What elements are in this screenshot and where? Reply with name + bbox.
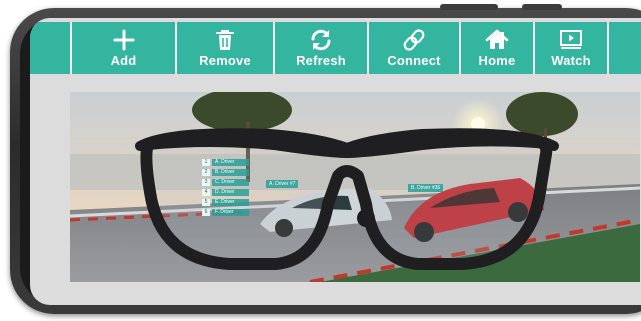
phone-screen: Add Remove Refresh Connect Home Watch 1 … [30,18,641,305]
driver-num: 3 [202,179,210,186]
refresh-icon [311,29,331,51]
home-icon [485,29,509,49]
toolbar-edge [609,22,641,74]
race-scene-image [70,92,640,282]
car-tag-right: B. Driver #36 [408,184,444,192]
phone-top-button [440,4,498,10]
driver-num: 4 [202,189,210,196]
driver-name: C. Driver [212,179,249,186]
add-label: Add [110,53,137,68]
watch-label: Watch [551,53,591,68]
list-item[interactable]: 5 E. Driver [202,198,249,207]
refresh-button[interactable]: Refresh [275,22,369,74]
list-item[interactable]: 4 D. Driver [202,188,249,197]
driver-num: 5 [202,199,210,206]
play-screen-icon [560,30,582,49]
home-button[interactable]: Home [461,22,535,74]
car-tag-left: A. Driver #7 [266,180,299,188]
driver-name: D. Driver [212,189,249,196]
link-icon [403,29,425,51]
phone-top-button [522,4,562,10]
remove-label: Remove [199,53,251,68]
list-item[interactable]: 3 C. Driver [202,178,249,187]
watch-button[interactable]: Watch [535,22,609,74]
add-button[interactable]: Add [72,22,177,74]
list-item[interactable]: 6 F. Driver [202,208,249,217]
driver-name: E. Driver [212,199,249,206]
toolbar: Add Remove Refresh Connect Home Watch [30,22,641,74]
driver-name: F. Driver [212,209,249,216]
driver-num: 6 [202,209,210,216]
home-label: Home [478,53,516,68]
connect-button[interactable]: Connect [369,22,461,74]
driver-list: 1 A. Driver 2 B. Driver 3 C. Driver 4 D. Dri… [202,158,249,218]
driver-num: 1 [202,159,210,166]
driver-num: 2 [202,169,210,176]
trash-icon [216,30,234,50]
ar-race-scene: 1 A. Driver 2 B. Driver 3 C. Driver 4 D. Dri… [70,92,640,282]
list-item[interactable]: 1 A. Driver [202,158,249,167]
list-item[interactable]: 2 B. Driver [202,168,249,177]
driver-name: B. Driver [212,169,249,176]
connect-label: Connect [387,53,441,68]
refresh-label: Refresh [296,53,346,68]
plus-icon [113,29,134,51]
toolbar-edge [30,22,72,74]
driver-name: A. Driver [212,159,249,166]
remove-button[interactable]: Remove [177,22,275,74]
